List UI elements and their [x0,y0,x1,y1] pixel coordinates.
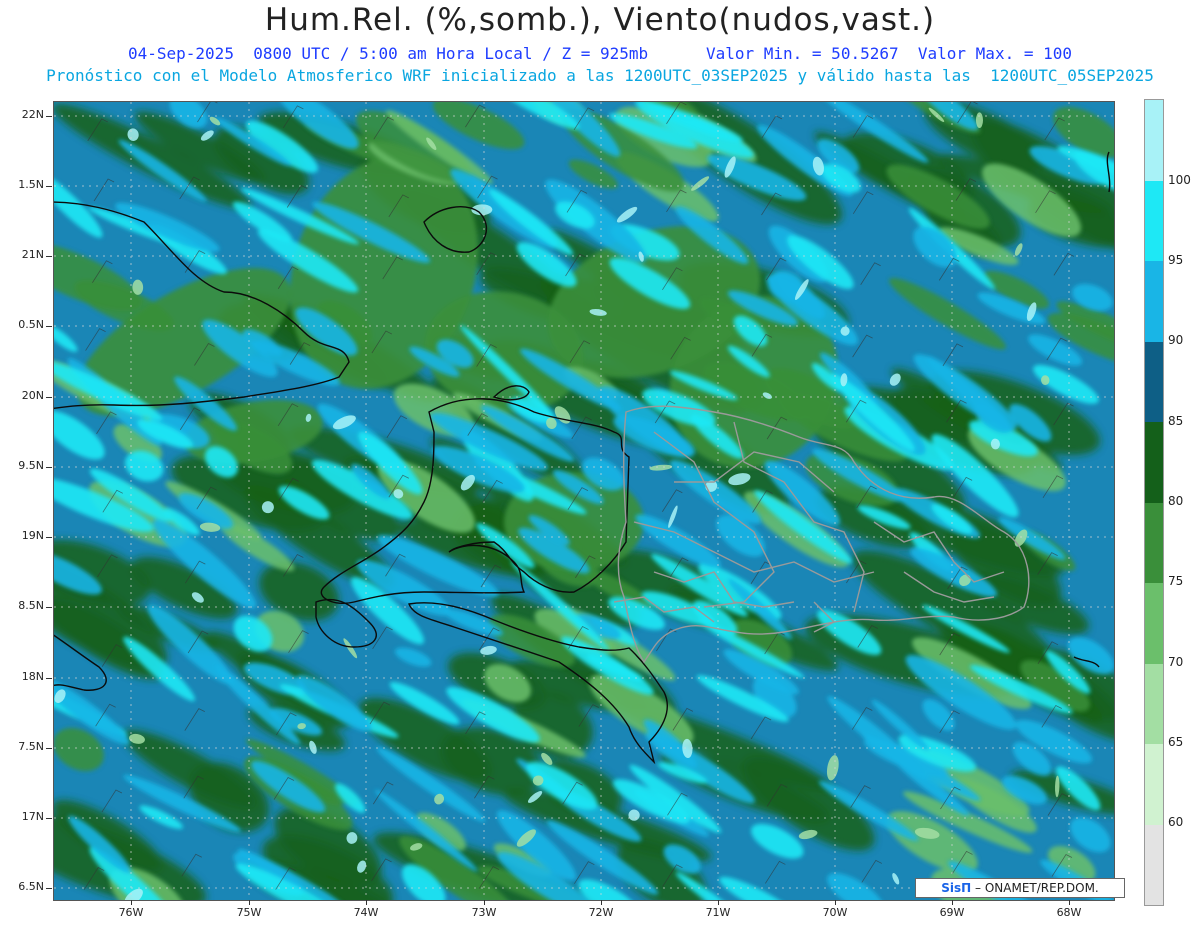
lon-label-72w: 72W [588,906,614,919]
lat-label-17-5n: 7.5N [18,740,44,753]
colorbar-segment [1145,341,1163,422]
humidity-colorbar [1144,99,1164,906]
lon-tick [249,900,250,905]
lat-label-21n: 21N [21,248,44,261]
colorbar-segment [1145,583,1163,664]
colorbar-label-60: 60 [1168,815,1184,829]
credit-text: – ONAMET/REP.DOM. [975,881,1099,895]
lon-tick [131,900,132,905]
colorbar-segment [1145,261,1163,342]
lat-tick [46,818,52,819]
lon-tick [601,900,602,905]
lon-label-68w: 68W [1056,906,1082,919]
colorbar-label-100: 100 [1168,173,1191,187]
colorbar-segment [1145,824,1163,905]
lat-tick [46,467,52,468]
colorbar-label-75: 75 [1168,574,1184,588]
colorbar-segment [1145,744,1163,825]
colorbar-segment [1145,663,1163,744]
colorbar-label-90: 90 [1168,333,1184,347]
colorbar-segment [1145,180,1163,261]
lat-label-18n: 18N [21,670,44,683]
lon-label-73w: 73W [471,906,497,919]
colorbar-label-95: 95 [1168,253,1184,267]
lon-label-71w: 71W [705,906,731,919]
colorbar-label-80: 80 [1168,494,1184,508]
colorbar-label-85: 85 [1168,414,1184,428]
lon-tick [484,900,485,905]
lat-label-20-5n: 0.5N [18,318,44,331]
lat-tick [46,186,52,187]
lat-label-17n: 17N [21,810,44,823]
lat-tick [46,678,52,679]
humidity-patch [975,112,984,129]
lon-tick [835,900,836,905]
lat-tick [46,256,52,257]
sispi-logo-icon: SisΠ [941,881,972,895]
lon-label-76w: 76W [118,906,144,919]
credit-box: SisΠ – ONAMET/REP.DOM. [915,878,1125,898]
lat-label-20n: 20N [21,389,44,402]
lat-tick [46,607,52,608]
humidity-wind-map [54,102,1114,900]
model-run-line: Pronóstico con el Modelo Atmosferico WRF… [46,66,1154,85]
lat-tick [46,326,52,327]
colorbar-segment [1145,422,1163,503]
lon-label-75w: 75W [236,906,262,919]
lat-label-19-5n: 9.5N [18,459,44,472]
lat-tick [46,748,52,749]
lat-label-18-5n: 8.5N [18,599,44,612]
lat-tick [46,888,52,889]
lon-tick [718,900,719,905]
lat-label-16-5n: 6.5N [18,880,44,893]
lat-tick [46,397,52,398]
lon-label-69w: 69W [939,906,965,919]
lon-tick [952,900,953,905]
colorbar-label-65: 65 [1168,735,1184,749]
colorbar-segment [1145,502,1163,583]
lat-label-21-5n: 1.5N [18,178,44,191]
map-title: Hum.Rel. (%,somb.), Viento(nudos,vast.) [264,2,936,38]
colorbar-label-70: 70 [1168,655,1184,669]
date-level-range-line: 04-Sep-2025 0800 UTC / 5:00 am Hora Loca… [127,44,1072,63]
map-canvas [54,102,1114,900]
lon-tick [366,900,367,905]
lat-label-19n: 19N [21,529,44,542]
lon-tick [1069,900,1070,905]
lon-label-74w: 74W [353,906,379,919]
lat-tick [46,537,52,538]
colorbar-segment [1145,100,1163,181]
lat-label-22n: 22N [21,108,44,121]
lon-label-70w: 70W [822,906,848,919]
lat-tick [46,116,52,117]
